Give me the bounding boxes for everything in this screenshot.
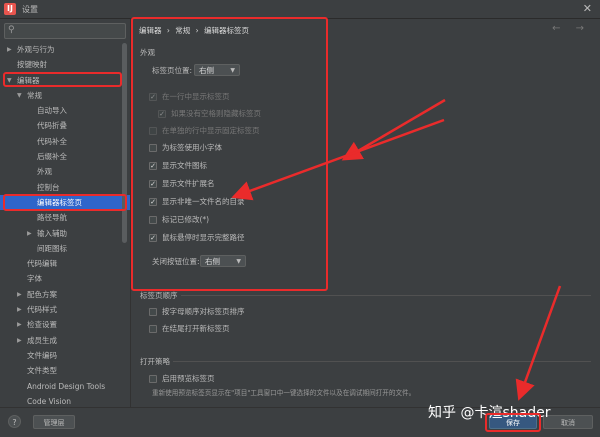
tree-item[interactable]: Code Vision [0,394,130,407]
tree-item-label: 常规 [27,90,42,100]
settings-tree: ▶ 外观与行为 按键映射 ▼ 编辑器 ▼ 常规 自动导入 代码折叠 代码补全 后缀补全 外观 控制台 编辑… [0,42,130,407]
preview-tab-hint: 重新使用预览标签页显示在"项目"工具窗口中一键选择的文件以及在调试期间打开的文件… [152,389,416,397]
tree-item-label: 按键映射 [17,60,47,70]
app-logo-icon: IJ [4,3,16,15]
chevron-right-icon[interactable]: ▶ [17,302,22,317]
tree-item[interactable]: 后缀补全 [0,149,130,164]
tree-item-label: 文件编码 [27,350,57,360]
annotation-box-editor [3,72,122,87]
tree-item-label: 代码补全 [37,136,67,146]
section-divider [181,295,591,296]
tree-item[interactable]: ▶ 代码样式 [0,302,130,317]
tree-item-label: Code Vision [27,396,71,406]
checkbox[interactable] [149,307,157,316]
tree-item-label: 控制台 [37,182,60,192]
tree-item[interactable]: 自动导入 [0,103,130,118]
checkbox[interactable] [149,324,157,333]
checkbox-label: 启用预览标签页 [162,374,215,383]
chevron-right-icon[interactable]: ▶ [17,333,22,348]
tree-item[interactable]: 路径导航 [0,210,130,225]
tree-item-label: 成员生成 [27,335,57,345]
annotation-box-save [485,413,541,432]
manage-button[interactable]: 管理层 [33,415,75,429]
tree-item-label: 配色方案 [27,289,57,299]
tree-item-label: 代码折叠 [37,121,67,131]
tree-item[interactable]: 外观 [0,164,130,179]
sidebar-scrollbar[interactable] [122,43,127,243]
tree-item[interactable]: ▶ 配色方案 [0,287,130,302]
checkbox-label: 在结尾打开新标签页 [162,324,230,333]
close-icon[interactable]: ✕ [583,2,592,15]
tree-item[interactable]: 代码编辑 [0,256,130,271]
back-forward-arrows[interactable]: ← → [552,23,590,34]
tree-item[interactable]: 间距图标 [0,241,130,256]
tree-item[interactable]: 代码折叠 [0,118,130,133]
tree-item-label: 代码编辑 [27,259,57,269]
search-input[interactable]: ⚲ [4,23,126,39]
section-heading-tab-order: 标签页顺序 [140,291,178,300]
tree-item-label: 自动导入 [37,106,67,116]
tree-item-label: 输入辅助 [37,228,67,238]
help-icon[interactable]: ? [8,415,21,428]
section-heading-opening-policy: 打开策略 [140,357,170,366]
window-title: 设置 [22,5,38,14]
chevron-right-icon[interactable]: ▶ [27,226,32,241]
tree-item-label: 路径导航 [37,213,67,223]
tree-item[interactable]: 文件编码 [0,348,130,363]
tree-item-label: 文件类型 [27,366,57,376]
tree-item[interactable]: 控制台 [0,180,130,195]
tree-item[interactable]: ▶ 检查设置 [0,317,130,332]
search-icon: ⚲ [8,25,15,35]
tree-item-label: 代码样式 [27,305,57,315]
tree-item[interactable]: 代码补全 [0,134,130,149]
tree-item-label: Android Design Tools [27,381,106,391]
tree-item[interactable]: ▼ 常规 [0,88,130,103]
tree-item[interactable]: Android Design Tools [0,379,130,394]
chevron-right-icon[interactable]: ▶ [17,287,22,302]
tree-item[interactable]: ▶ 成员生成 [0,333,130,348]
tree-item-label: 外观 [37,167,52,177]
tree-item-label: 检查设置 [27,320,57,330]
checkbox-label: 按字母顺序对标签页排序 [162,307,245,316]
tree-item[interactable]: ▶ 外观与行为 [0,42,130,57]
chevron-down-icon[interactable]: ▼ [17,88,22,103]
annotation-box-appearance [131,17,328,291]
tree-item-label: 字体 [27,274,42,284]
tree-item[interactable]: 按键映射 [0,57,130,72]
tree-item[interactable]: 文件类型 [0,363,130,378]
section-divider [173,361,591,362]
chevron-right-icon[interactable]: ▶ [7,42,12,57]
tree-item-label: 外观与行为 [17,45,55,54]
tree-item-label: 后缀补全 [37,152,67,162]
tree-item[interactable]: 字体 [0,271,130,286]
cancel-button[interactable]: 取消 [543,415,593,429]
checkbox[interactable] [149,374,157,383]
tree-item-label: 间距图标 [37,243,67,253]
tree-item[interactable]: ▶ 输入辅助 [0,226,130,241]
annotation-box-editor-tabs [3,194,127,211]
chevron-right-icon[interactable]: ▶ [17,317,22,332]
